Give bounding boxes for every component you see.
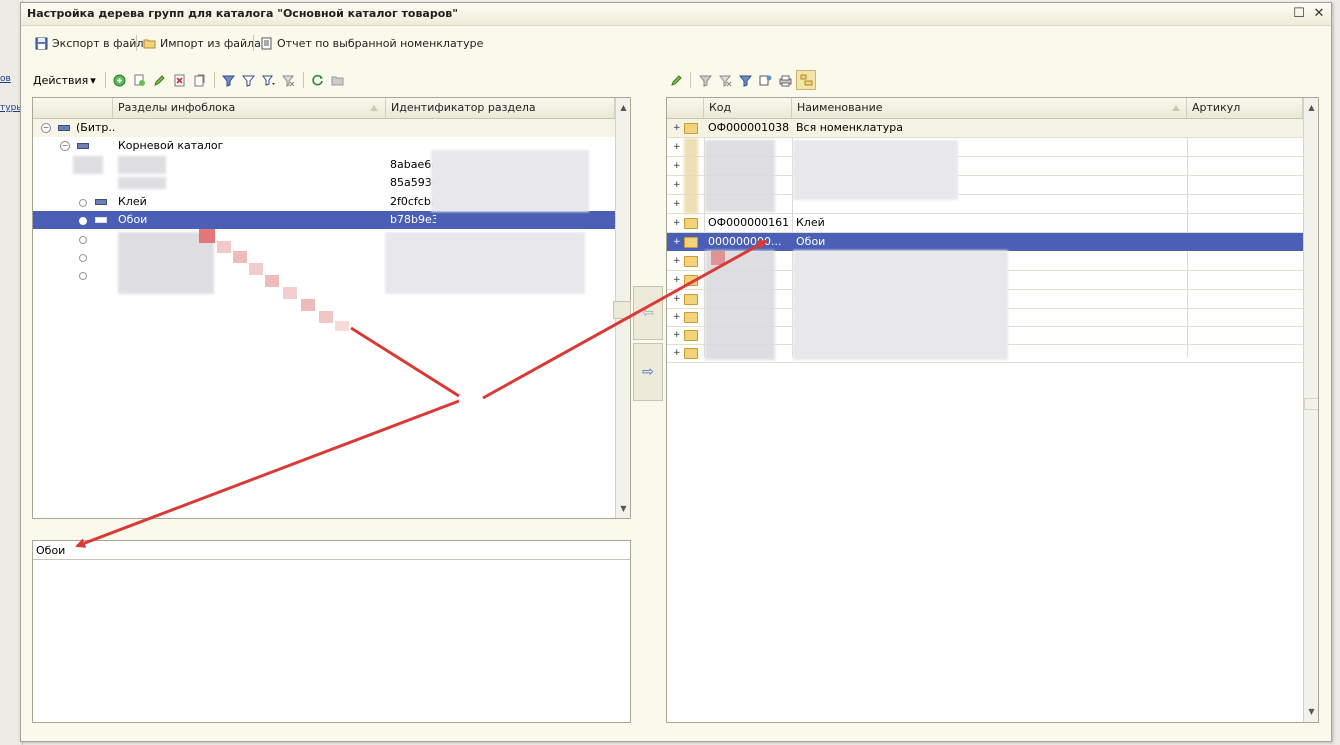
arrow-to-field: [75, 399, 460, 548]
background-link[interactable]: ов: [0, 74, 11, 84]
arrow-line: [350, 326, 460, 398]
pixel-trail: [199, 229, 725, 331]
group-tree-settings-window: Настройка дерева групп для каталога "Осн…: [20, 2, 1332, 742]
arrow-to-row: [482, 239, 768, 400]
annotation-arrows: [75, 229, 768, 548]
